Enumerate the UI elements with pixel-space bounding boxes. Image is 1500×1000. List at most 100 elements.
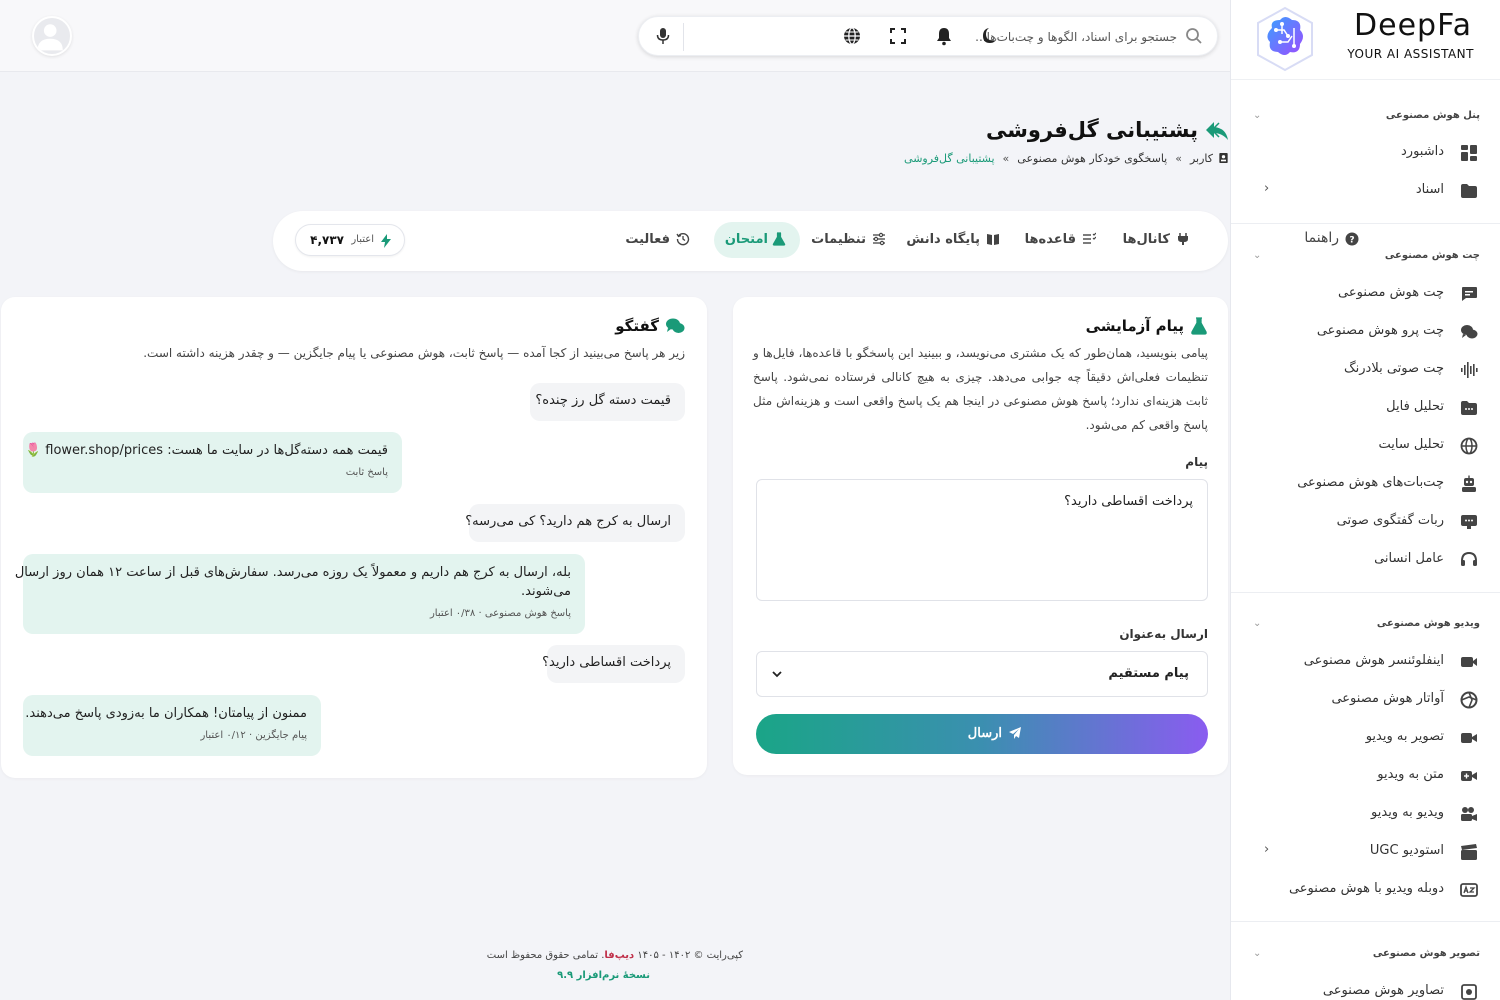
- breadcrumb-separator: »: [1002, 152, 1010, 165]
- message-source: پاسخ هوش مصنوعی · ۰/۳۸ اعتبار: [429, 608, 571, 619]
- tab-knowledge-base[interactable]: پایگاه دانش: [906, 222, 1012, 258]
- sidebar-item-label: تحلیل فایل: [1386, 399, 1444, 414]
- test-card-title: پیام آزمایشی: [1085, 317, 1184, 335]
- user-badge-icon: [1219, 153, 1228, 163]
- sidebar-item-label: دوبله ویدیو با هوش مصنوعی: [1288, 881, 1444, 896]
- microphone-icon[interactable]: [655, 27, 671, 45]
- sidebar-item-ai-chatbots[interactable]: چت‌بات‌های هوش مصنوعی: [1231, 469, 1500, 499]
- breadcrumb-user[interactable]: کاربر: [1190, 152, 1213, 165]
- footer-brand[interactable]: دیپ‌فا: [604, 950, 634, 961]
- tab-settings[interactable]: تنظیمات: [811, 222, 898, 258]
- footer-copyright: کپی‌رایت © ۱۴۰۲ - ۱۴۰۵ دیپ‌فا. تمامی حقو…: [487, 950, 743, 961]
- bot-message: ممنون از پیامتان! همکاران ما به‌زودی پاس…: [23, 695, 321, 756]
- moon-icon[interactable]: [980, 26, 1000, 46]
- user-avatar[interactable]: [32, 16, 72, 56]
- file-icon: [1461, 401, 1477, 415]
- voice-bot-icon: [1461, 515, 1477, 529]
- sidebar-item-ai-chat-pro[interactable]: چت پرو هوش مصنوعی: [1231, 317, 1500, 347]
- chevron-down-icon: [772, 671, 782, 678]
- footer-prefix: کپی‌رایت © ۱۴۰۲ - ۱۴۰۵: [637, 950, 743, 961]
- tab-label: تنظیمات: [811, 232, 866, 247]
- sidebar-item-site-analysis[interactable]: تحلیل سایت: [1231, 431, 1500, 461]
- sidebar-item-ugc-studio[interactable]: استودیو UGC ‹: [1231, 837, 1500, 867]
- send-button[interactable]: ارسال: [756, 714, 1208, 754]
- influencer-icon: [1461, 657, 1477, 667]
- message-field-label: پیام: [1185, 455, 1208, 469]
- section-divider: [1231, 592, 1500, 593]
- sidebar-item-image-to-video[interactable]: تصویر به ویدیو: [1231, 723, 1500, 753]
- sidebar-collapse-icon[interactable]: ›: [1231, 24, 1235, 48]
- fullscreen-icon[interactable]: [888, 26, 908, 46]
- message-text: پرداخت اقساطی دارید؟: [542, 655, 671, 670]
- sidebar-item-file-analysis[interactable]: تحلیل فایل: [1231, 393, 1500, 423]
- sidebar-item-dashboard[interactable]: داشبورد: [1231, 138, 1500, 168]
- chevron-down-icon[interactable]: ⌄: [1253, 110, 1261, 121]
- sidebar-item-video-to-video[interactable]: ویدیو به ویدیو: [1231, 799, 1500, 829]
- sidebar-item-ai-images[interactable]: تصاویر هوش مصنوعی: [1231, 977, 1500, 1000]
- brand-title: DeepFa: [1354, 8, 1472, 43]
- tab-label: پایگاه دانش: [906, 232, 980, 247]
- sidebar-item-label: عامل انسانی: [1374, 551, 1444, 566]
- message-text-continued: می‌شوند.: [521, 584, 571, 599]
- sidebar-item-label: تحلیل سایت: [1378, 437, 1444, 452]
- top-bar: [0, 0, 1230, 72]
- brand-logo[interactable]: DeepFa YOUR AI ASSISTANT: [1231, 0, 1500, 80]
- tab-rules[interactable]: قاعده‌ها: [1025, 222, 1108, 258]
- section-divider: [1231, 223, 1500, 224]
- footer-suffix: . تمامی حقوق محفوظ است: [486, 950, 605, 961]
- paper-plane-icon: [1009, 727, 1021, 739]
- message-source: پاسخ ثابت: [345, 467, 388, 478]
- search-box[interactable]: [638, 16, 1218, 56]
- sidebar-item-label: استودیو UGC: [1369, 843, 1444, 858]
- tab-label: فعالیت: [625, 232, 670, 247]
- bell-icon[interactable]: [934, 26, 954, 46]
- svg-text:?: ?: [1349, 236, 1354, 246]
- sidebar-item-voice-bot[interactable]: ربات گفتگوی صوتی: [1231, 507, 1500, 537]
- chat-icon: [1462, 287, 1477, 301]
- message-textarea[interactable]: پرداخت اقساطی دارید؟: [756, 479, 1208, 601]
- tab-test[interactable]: امتحان: [714, 222, 800, 258]
- sidebar-item-documents[interactable]: اسناد ‹: [1231, 176, 1500, 206]
- breadcrumb: کاربر » پاسخگوی خودکار هوش مصنوعی » پشتیبانی…: [904, 152, 1228, 165]
- sidebar-item-label: چت پرو هوش مصنوعی: [1316, 323, 1444, 338]
- rules-icon: [1083, 232, 1096, 244]
- sidebar-item-realtime-voice[interactable]: چت صوتی بلادرنگ: [1231, 355, 1500, 385]
- sidebar-item-ai-avatar[interactable]: آواتار هوش مصنوعی: [1231, 685, 1500, 715]
- sidebar-item-human-agent[interactable]: عامل انسانی: [1231, 545, 1500, 575]
- video-plus-icon: [1461, 771, 1477, 781]
- section-title-ai-panel: پنل هوش مصنوعی: [1385, 110, 1480, 121]
- language-icon[interactable]: [842, 26, 862, 46]
- message-text: قیمت همه دسته‌گل‌ها در سایت ما هست: flow…: [24, 443, 388, 458]
- breadcrumb-current: پشتیبانی گل‌فروشی: [904, 152, 995, 165]
- reply-arrow-icon[interactable]: [1204, 120, 1230, 142]
- sidebar-item-ai-video-dub[interactable]: دوبله ویدیو با هوش مصنوعی: [1231, 875, 1500, 905]
- user-message: قیمت دسته گل رز چنده؟: [530, 383, 685, 421]
- user-message: پرداخت اقساطی دارید؟: [542, 645, 685, 683]
- waveform-icon: [1461, 362, 1478, 378]
- sidebar-item-ai-influencer[interactable]: اینفلوئنسر هوش مصنوعی: [1231, 647, 1500, 677]
- headset-icon: [1461, 551, 1477, 566]
- send-button-label: ارسال: [967, 725, 1002, 740]
- chevron-down-icon[interactable]: ⌄: [1253, 618, 1261, 629]
- sidebar-item-ai-chat[interactable]: چت هوش مصنوعی: [1231, 279, 1500, 309]
- chat-bubbles-icon: [666, 318, 685, 333]
- bot-message: قیمت همه دسته‌گل‌ها در سایت ما هست: flow…: [23, 432, 402, 493]
- credit-badge[interactable]: اعتبار ۴,۷۳۷: [295, 224, 405, 256]
- breadcrumb-auto-responder[interactable]: پاسخگوی خودکار هوش مصنوعی: [1017, 152, 1167, 165]
- chevron-down-icon[interactable]: ⌄: [1253, 250, 1261, 261]
- breadcrumb-separator: »: [1175, 152, 1182, 165]
- help-circle-icon: ?: [1345, 232, 1359, 246]
- flask-icon: [772, 232, 786, 246]
- message-text: بله، ارسال به کرج هم داریم و معمولاً یک …: [14, 565, 571, 580]
- tab-activity[interactable]: فعالیت: [622, 222, 702, 258]
- section-title-ai-image: تصویر هوش مصنوعی: [1372, 948, 1480, 959]
- tab-channels[interactable]: کانال‌ها: [1123, 222, 1202, 258]
- sidebar-item-text-to-video[interactable]: متن به ویدیو: [1231, 761, 1500, 791]
- avatar-icon: [1460, 691, 1478, 709]
- help-link[interactable]: ? راهنما: [1289, 222, 1359, 258]
- send-as-select[interactable]: پیام مستقیم: [756, 651, 1208, 697]
- tab-bar: کانال‌ها قاعده‌ها پایگاه دانش تنظیمات ام…: [273, 211, 1359, 271]
- dashboard-icon: [1461, 145, 1477, 161]
- message-text: ممنون از پیامتان! همکاران ما به‌زودی پاس…: [25, 706, 307, 721]
- chevron-down-icon[interactable]: ⌄: [1253, 948, 1261, 959]
